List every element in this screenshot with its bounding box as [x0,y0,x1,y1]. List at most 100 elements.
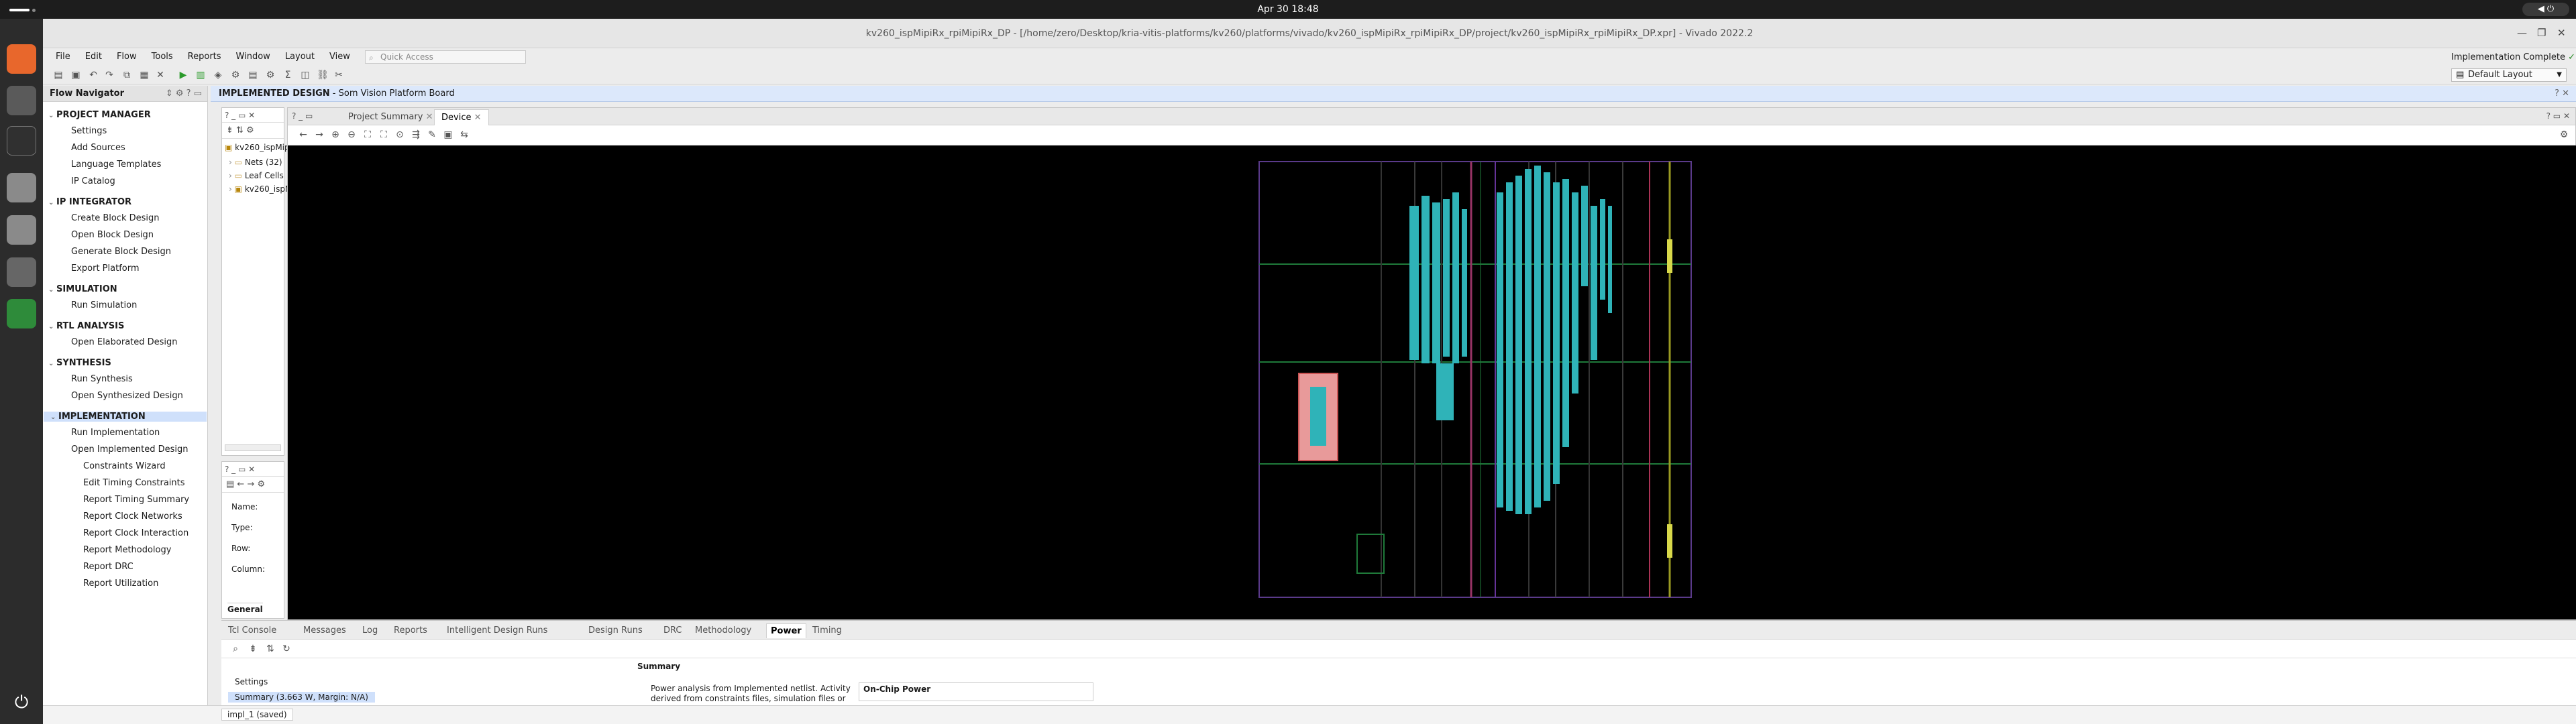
netlist-item[interactable]: › ▣ kv260_ispM [229,184,292,194]
flow-item[interactable]: Open Implemented Design [71,444,188,455]
gear-icon[interactable]: ⚙ [264,69,276,81]
netlist-toolbar[interactable]: ⇟ ⇅ ⚙ [222,123,284,139]
menu-file[interactable]: File [48,48,78,66]
tab-methodology[interactable]: Methodology [691,623,755,638]
tab-design-runs[interactable]: Design Runs [584,623,647,638]
zoom-fit-icon[interactable]: ⛶ [362,129,374,141]
terminal-icon[interactable] [7,126,36,156]
properties-toolbar[interactable]: ▤ ← → ⚙ [222,477,284,493]
flow-item[interactable]: IP Catalog [71,176,115,186]
panel-controls-icon[interactable]: ⇕ ⚙ ? ▭ [166,86,202,102]
power-summary-item[interactable]: Summary (3.663 W, Margin: N/A) [228,692,375,703]
run-icon[interactable]: ▶ [177,69,189,81]
ip-icon[interactable]: ⚙ [229,69,241,81]
flow-item[interactable]: Run Synthesis [71,374,133,384]
netlist-item[interactable]: › ▭ Leaf Cells [229,171,284,180]
flow-item[interactable]: Generate Block Design [71,247,171,257]
flow-item[interactable]: Export Platform [71,263,140,274]
save-icon[interactable]: ▣ [70,69,82,81]
system-status-icons[interactable]: ◀ ⏻ [2522,3,2569,16]
minimize-icon[interactable]: — [2517,27,2527,39]
tab-reports[interactable]: Reports [390,623,431,638]
flow-item[interactable]: Open Block Design [71,230,154,240]
flow-item[interactable]: Report Clock Networks [83,511,182,522]
flow-section[interactable]: ⌄ RTL ANALYSIS [48,321,124,331]
mark-icon[interactable]: ▣ [442,129,454,141]
refresh-icon[interactable]: ↻ [280,643,292,655]
menu-reports[interactable]: Reports [180,48,229,66]
layout-select[interactable]: ▤ Default Layout ▼ [2451,68,2567,82]
maximize-icon[interactable]: ❐ [2537,27,2546,39]
tab-project-summary[interactable]: Project Summary ✕ [341,109,439,125]
flow-item[interactable]: Open Synthesized Design [71,391,183,401]
search-icon[interactable]: ⌕ [229,643,241,655]
trash-icon[interactable] [7,299,36,328]
flow-item[interactable]: Run Simulation [71,300,137,310]
collapse-icon[interactable]: ⇟ [247,643,259,655]
menu-edit[interactable]: Edit [78,48,109,66]
flow-item[interactable]: Run Implementation [71,428,160,438]
flow-item[interactable]: Add Sources [71,143,125,153]
connections-icon[interactable]: ⇆ [458,129,470,141]
zoom-area-icon[interactable]: ⛶ [378,129,390,141]
sigma-icon[interactable]: Σ [282,69,294,81]
flow-item[interactable]: Report DRC [83,562,133,572]
flow-item[interactable]: Open Elaborated Design [71,337,178,347]
zoom-in-icon[interactable]: ⊕ [329,129,341,141]
files-icon[interactable] [7,86,36,115]
route-icon[interactable]: ⇶ [410,129,422,141]
flow-section[interactable]: ⌄ IP INTEGRATOR [48,197,131,207]
step-icon[interactable]: ▥ [195,69,207,81]
menu-window[interactable]: Window [229,48,278,66]
layout-icon[interactable]: ◫ [299,69,311,81]
tab-tcl-console[interactable]: Tcl Console [224,623,280,638]
flow-section[interactable]: ⌄ IMPLEMENTATION [44,412,207,422]
tab-device[interactable]: Device ✕ [434,109,489,125]
flow-item[interactable]: Constraints Wizard [83,461,166,471]
paste-icon[interactable]: ▦ [138,69,150,81]
forward-icon[interactable]: → [313,129,325,141]
menu-tools[interactable]: Tools [144,48,180,66]
close-icon[interactable]: ✕ [2557,27,2566,39]
menu-view[interactable]: View [322,48,358,66]
delete-icon[interactable]: ✕ [154,69,166,81]
close-icon[interactable]: ✕ [426,112,433,122]
redo-icon[interactable]: ↷ [103,69,115,81]
expand-icon[interactable]: ⇅ [264,643,276,655]
undo-icon[interactable]: ↶ [87,69,99,81]
horizontal-scrollbar[interactable] [225,444,281,451]
tab-controls[interactable]: ? _ ▭ [292,111,313,121]
flow-item[interactable]: Language Templates [71,160,161,170]
flow-item[interactable]: Report Timing Summary [83,495,189,505]
flow-section[interactable]: ⌄ SYNTHESIS [48,358,111,368]
quick-access-search[interactable]: ⌕ Quick Access [365,50,526,64]
tab-timing[interactable]: Timing [808,623,846,638]
firefox-icon[interactable] [7,44,36,74]
report-icon[interactable]: ▤ [247,69,259,81]
tools-icon[interactable]: ✂ [333,69,345,81]
back-icon[interactable]: ← [297,129,309,141]
settings-icon[interactable] [7,173,36,202]
app-grid-icon[interactable]: ⏻ [7,688,36,717]
netlist-item[interactable]: › ▭ Nets (32) [229,158,282,167]
link-icon[interactable]: ⛓ [317,69,329,81]
tab-drc[interactable]: DRC [659,623,686,638]
copy-icon[interactable]: ⧉ [121,69,133,81]
flow-item[interactable]: Settings [71,126,107,136]
close-icon[interactable]: ✕ [474,113,482,123]
properties-panel-controls[interactable]: ? _ ▭ ✕ [222,462,284,477]
flow-item[interactable]: Create Block Design [71,213,160,223]
clock[interactable]: Apr 30 18:48 [0,4,2576,15]
menu-flow[interactable]: Flow [109,48,144,66]
menu-layout[interactable]: Layout [278,48,322,66]
program-icon[interactable]: ◈ [212,69,224,81]
flow-item[interactable]: Report Clock Interaction [83,528,189,538]
open-icon[interactable]: ▤ [52,69,64,81]
netlist-panel-controls[interactable]: ? _ ▭ ✕ [222,108,284,123]
flow-section[interactable]: ⌄ SIMULATION [48,284,117,294]
zoom-out-icon[interactable]: ⊖ [345,129,358,141]
device-canvas[interactable] [288,145,2576,619]
tab-messages[interactable]: Messages [299,623,350,638]
tab-intelligent-design-runs[interactable]: Intelligent Design Runs [443,623,551,638]
gear-icon[interactable]: ⚙ [2558,129,2570,141]
